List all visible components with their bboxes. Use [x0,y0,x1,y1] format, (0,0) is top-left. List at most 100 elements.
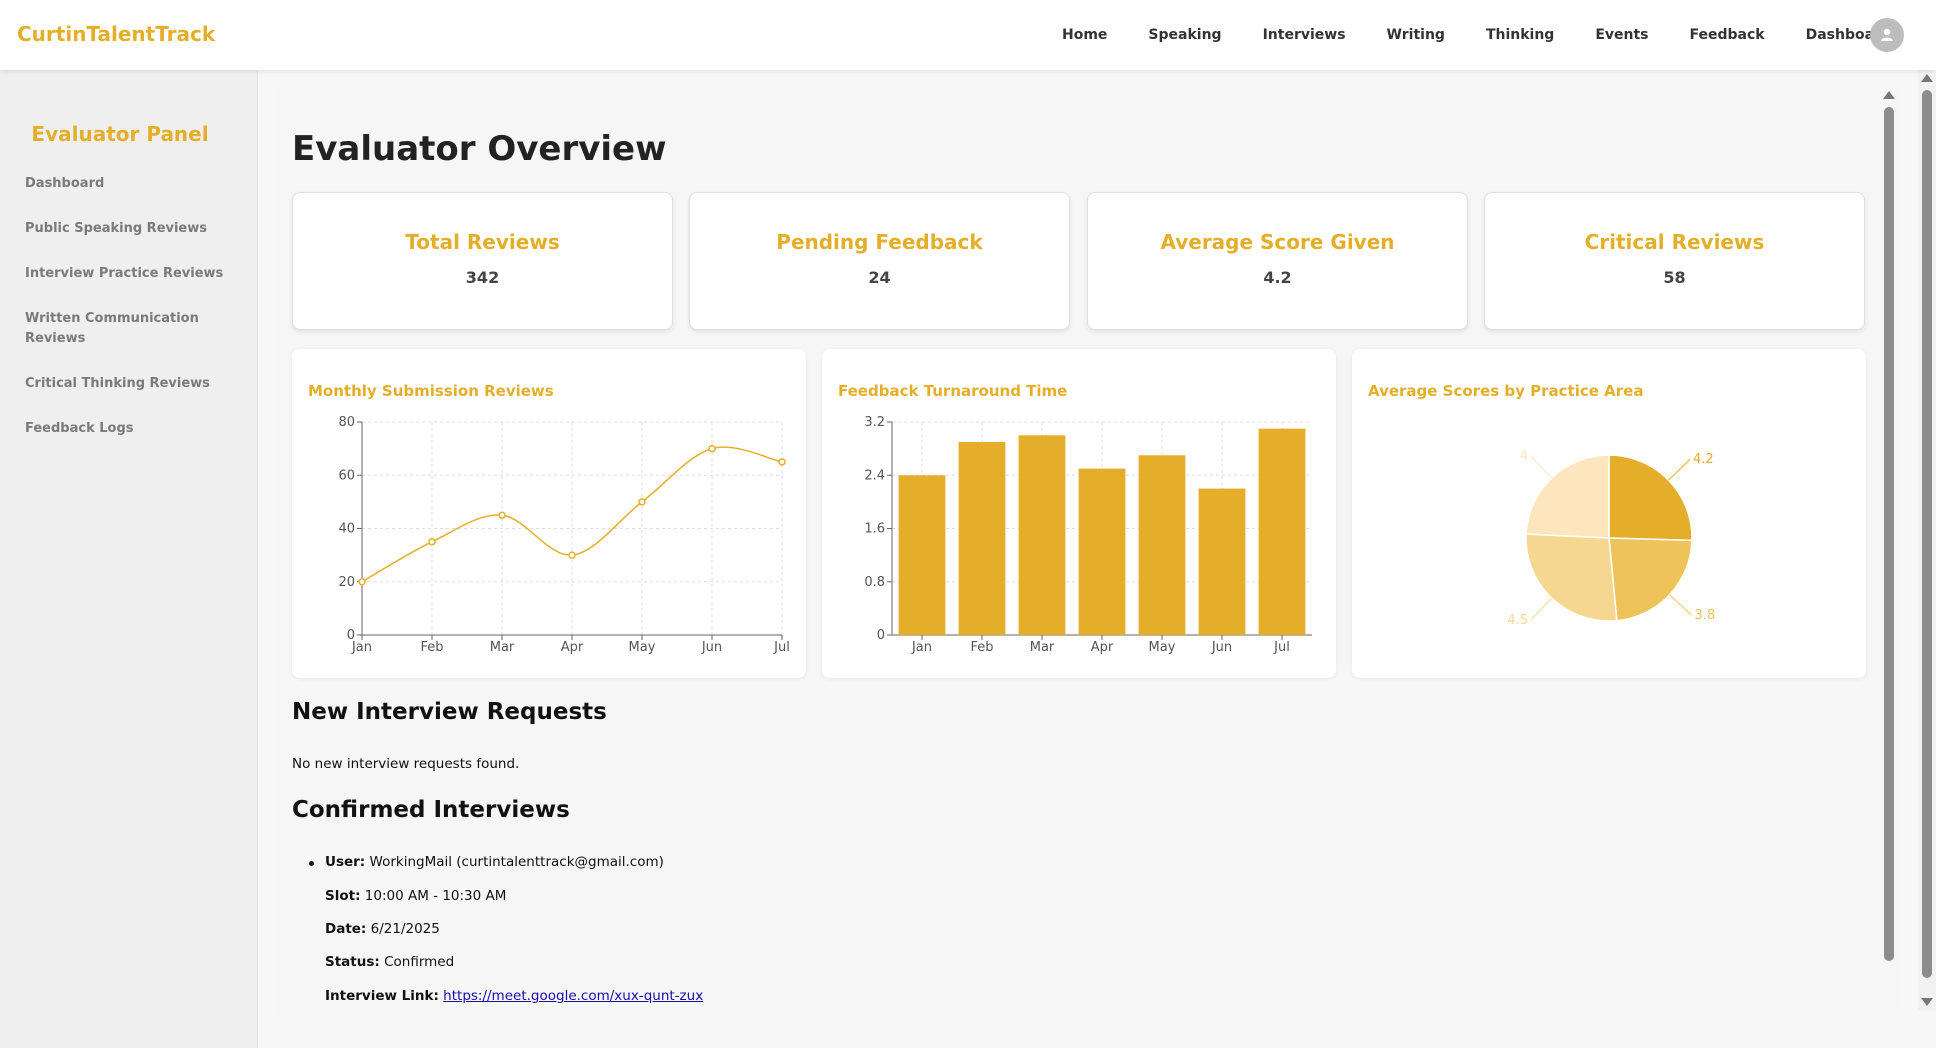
sidebar-item-dashboard[interactable]: Dashboard [25,174,225,194]
top-navbar: CurtinTalentTrack Home Speaking Intervie… [0,0,1936,70]
line-chart: 020406080Jan Feb Mar Apr May Jun Jul [338,415,790,655]
scroll-up-icon[interactable] [1883,91,1895,99]
page-title: Evaluator Overview [292,129,667,169]
user-icon [1881,28,1893,41]
page-scroll-thumb[interactable] [1922,90,1932,978]
bar [1018,435,1066,635]
detail-label: Interview Link: [325,988,439,1004]
nav-events[interactable]: Events [1595,27,1648,43]
x-tick-label: Jun [701,640,722,655]
bar-chart-card: Feedback Turnaround Time 0 0.8 1.6 2.4 3.2 Ja… [822,349,1336,678]
nav-speaking[interactable]: Speaking [1148,27,1221,43]
y-tick-label: 1.6 [864,522,885,537]
detail-value: 6/21/2025 [370,921,440,937]
label-leader [1530,455,1553,479]
y-tick-label: 0.8 [864,575,885,590]
x-tick-label: May [629,640,656,655]
bar [898,475,946,635]
bar [1198,488,1246,635]
x-tick-label: Apr [561,640,584,655]
detail-value: WorkingMail (curtintalenttrack@gmail.com… [369,854,664,870]
panel-scrollbar[interactable] [1880,87,1896,1015]
label-leader [1668,458,1691,481]
stat-label: Total Reviews [405,230,560,254]
nav-thinking[interactable]: Thinking [1486,27,1554,43]
sidebar-item-written-communication-reviews[interactable]: Written Communication Reviews [25,309,215,349]
sidebar-item-critical-thinking-reviews[interactable]: Critical Thinking Reviews [25,374,225,394]
confirmed-date: Date: 6/21/2025 [325,921,440,937]
detail-label: User: [325,854,366,870]
bar [1258,428,1306,635]
confirmed-slot: Slot: 10:00 AM - 10:30 AM [325,888,506,904]
stat-card-average-score: Average Score Given 4.2 [1087,192,1468,330]
stat-label: Average Score Given [1160,230,1395,254]
detail-label: Status: [325,954,380,970]
scroll-up-icon[interactable] [1921,74,1933,82]
label-leader [1530,597,1553,621]
slice-label: 4.5 [1507,613,1528,628]
sidebar-item-interview-practice-reviews[interactable]: Interview Practice Reviews [25,264,225,284]
nav-interviews[interactable]: Interviews [1263,27,1346,43]
sidebar-item-public-speaking-reviews[interactable]: Public Speaking Reviews [25,219,225,239]
stat-card-total-reviews: Total Reviews 342 [292,192,673,330]
nav-writing[interactable]: Writing [1387,27,1445,43]
x-tick-label: Jul [1273,640,1290,655]
confirmed-heading: Confirmed Interviews [292,797,570,823]
stat-label: Critical Reviews [1584,230,1765,254]
y-tick-label: 0 [877,628,885,643]
x-tick-label: May [1149,640,1176,655]
pie-slice [1608,537,1693,622]
detail-value: Confirmed [384,954,455,970]
page-scrollbar[interactable] [1918,70,1936,1010]
data-point [358,578,366,586]
confirmed-user: User: WorkingMail (curtintalenttrack@gma… [325,854,664,870]
interview-link[interactable]: https://meet.google.com/xux-qunt-zux [443,988,703,1004]
pie-chart: 4.2 3.8 4.5 4 [1507,449,1716,628]
x-tick-label: Jan [351,640,372,655]
label-leader [1669,594,1692,616]
main-nav: Home Speaking Interviews Writing Thinkin… [1062,0,1932,70]
bar [1138,455,1186,635]
stat-label: Pending Feedback [776,230,983,254]
sidebar: Evaluator Panel Dashboard Public Speakin… [0,70,258,1048]
detail-value: 10:00 AM - 10:30 AM [364,888,507,904]
pie-slice [1608,454,1693,542]
y-tick-label: 20 [338,575,355,590]
nav-feedback[interactable]: Feedback [1690,27,1765,43]
detail-label: Slot: [325,888,361,904]
sidebar-item-feedback-logs[interactable]: Feedback Logs [25,419,225,439]
list-bullet [309,861,314,866]
confirmed-link: Interview Link: https://meet.google.com/… [325,988,703,1004]
data-point [708,444,716,453]
slice-label: 4 [1520,449,1528,464]
nav-home[interactable]: Home [1062,27,1107,43]
panel-scroll-thumb[interactable] [1884,107,1894,961]
avatar[interactable] [1870,18,1904,52]
stat-value: 342 [465,268,500,287]
brand-logo[interactable]: CurtinTalentTrack [17,22,215,46]
data-point [428,538,436,546]
scroll-down-icon[interactable] [1921,998,1933,1006]
y-tick-label: 60 [338,468,355,483]
y-tick-label: 80 [338,415,355,430]
stat-value: 24 [868,268,891,287]
x-tick-label: Feb [420,640,443,655]
confirmed-status: Status: Confirmed [325,954,454,970]
y-tick-label: 2.4 [864,468,885,483]
data-point [638,498,646,506]
pie-slice [1525,454,1610,539]
detail-label: Date: [325,921,367,937]
data-point [778,458,786,466]
x-tick-label: Jan [911,640,932,655]
new-requests-empty: No new interview requests found. [292,756,520,772]
pie-slice [1525,533,1618,622]
data-point [568,551,576,559]
slice-label: 3.8 [1695,608,1716,623]
main-panel: Evaluator Overview Total Reviews 342 Pen… [275,87,1900,1015]
x-tick-label: Jul [773,640,790,655]
stat-value: 58 [1663,268,1686,287]
slice-label: 4.2 [1693,452,1714,467]
line-chart-card: Monthly Submission Reviews 0 20 40 60 80 Jan F… [292,349,806,678]
x-tick-label: Apr [1091,640,1114,655]
x-tick-label: Jun [1211,640,1232,655]
